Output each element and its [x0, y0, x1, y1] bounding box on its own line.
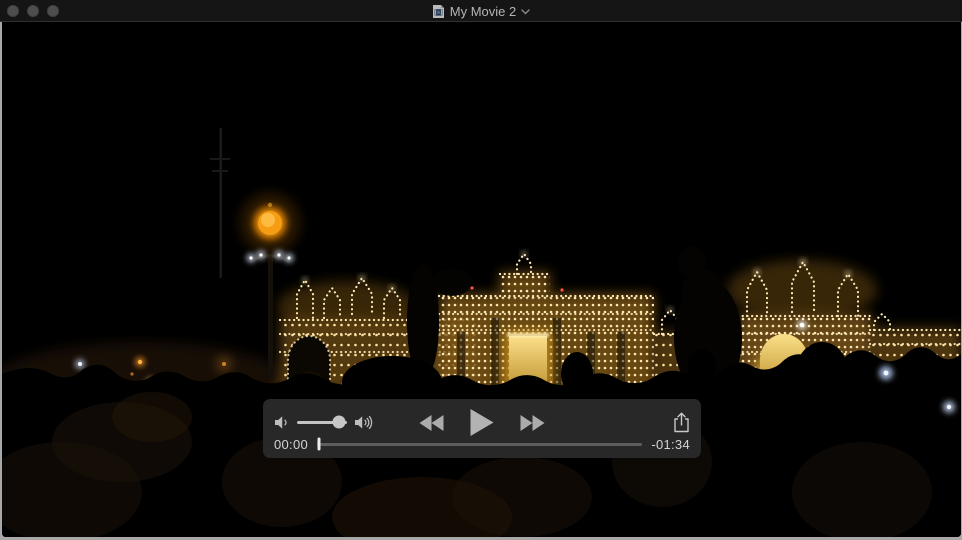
playback-controls-panel: 00:00 -01:34 [263, 399, 701, 458]
window-title-group[interactable]: My Movie 2 [0, 0, 962, 22]
video-canvas[interactable]: .lt{fill:none;stroke:#ffe9b8;stroke-widt… [2, 22, 961, 537]
fast-forward-icon[interactable] [519, 415, 545, 431]
chevron-down-icon[interactable] [521, 9, 530, 15]
remaining-time: -01:34 [651, 437, 690, 452]
scrubber-track[interactable] [317, 443, 642, 446]
volume-controls [274, 415, 374, 430]
share-icon[interactable] [673, 412, 690, 433]
playhead[interactable] [317, 438, 320, 451]
speaker-low-icon[interactable] [274, 415, 290, 430]
video-frame-scene: .lt{fill:none;stroke:#ffe9b8;stroke-widt… [2, 22, 961, 537]
elapsed-time: 00:00 [274, 437, 308, 452]
rewind-icon[interactable] [420, 415, 446, 431]
movie-file-icon [432, 4, 445, 19]
titlebar: My Movie 2 [0, 0, 962, 22]
volume-knob[interactable] [333, 416, 346, 429]
speaker-high-icon[interactable] [354, 415, 374, 430]
play-icon[interactable] [471, 409, 494, 436]
quicktime-window: My Movie 2 .lt{fill:none;stroke:#ffe9b8;… [0, 0, 962, 540]
transport-controls [420, 409, 545, 436]
window-title: My Movie 2 [450, 4, 516, 19]
volume-slider[interactable] [297, 416, 347, 429]
